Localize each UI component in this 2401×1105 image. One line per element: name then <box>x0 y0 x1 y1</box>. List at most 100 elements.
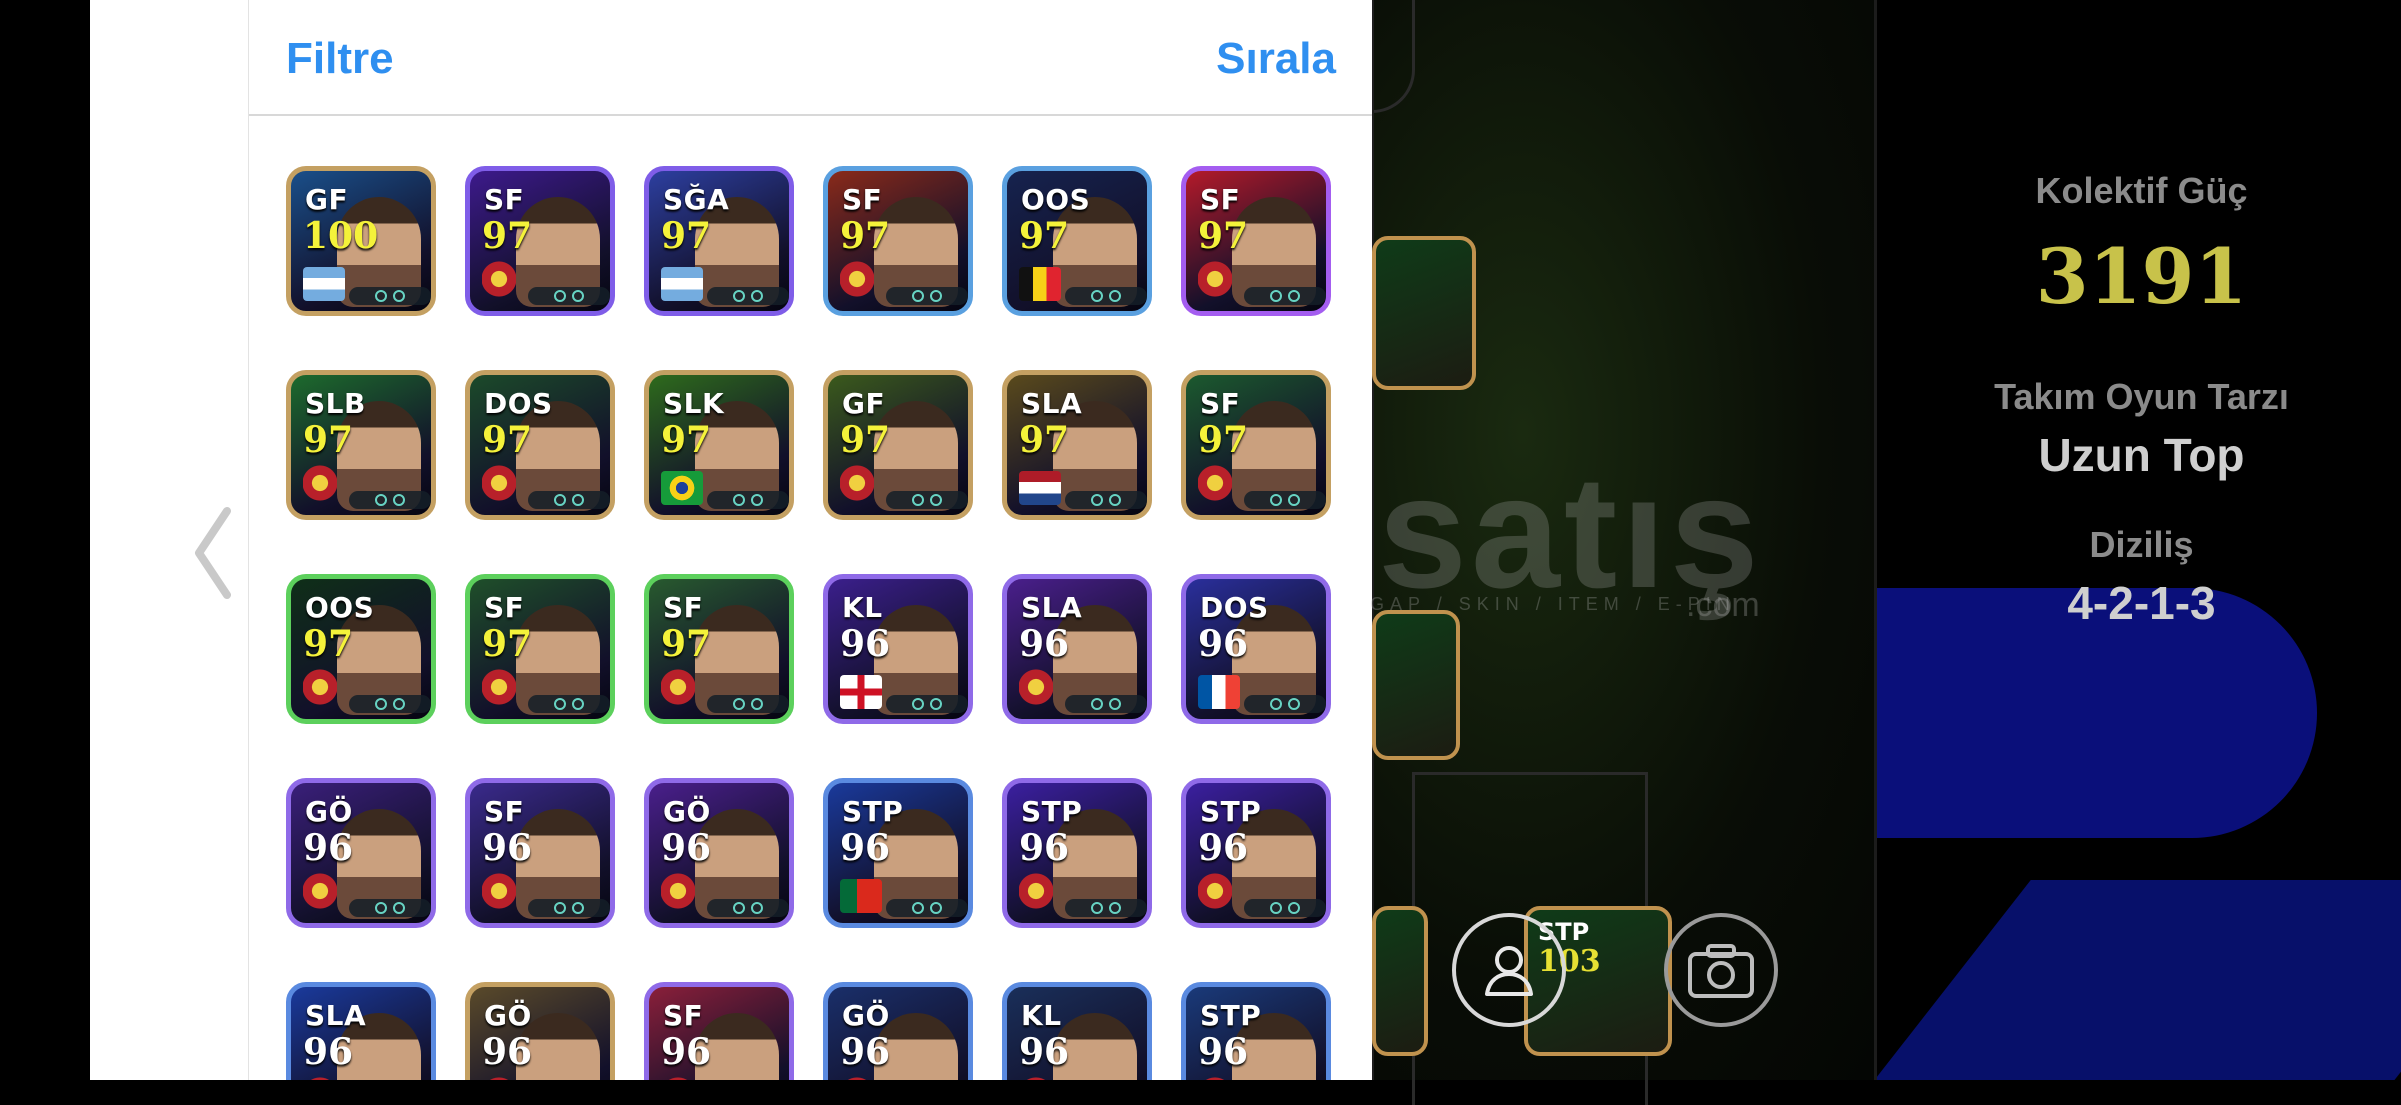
skill-dot-icon <box>930 494 942 506</box>
player-position: KL <box>1021 999 1062 1032</box>
filter-button[interactable]: Filtre <box>286 34 394 84</box>
player-card[interactable]: STP 96 <box>1181 778 1331 928</box>
player-card[interactable]: OOS 97 <box>1002 166 1152 316</box>
field-player-card[interactable] <box>1372 906 1428 1056</box>
player-card[interactable]: KL 96 <box>823 574 973 724</box>
skill-indicator <box>886 695 968 713</box>
skill-indicator <box>349 287 431 305</box>
skill-dot-icon <box>393 290 405 302</box>
back-button[interactable] <box>188 498 238 608</box>
player-rating: 97 <box>482 623 533 665</box>
field-line <box>1372 0 1415 113</box>
player-card[interactable]: SLA 96 <box>286 982 436 1080</box>
player-card[interactable]: SF 97 <box>1181 166 1331 316</box>
profile-button[interactable] <box>1452 913 1566 1027</box>
player-rating: 96 <box>1019 1031 1070 1073</box>
club-crest-icon <box>482 669 516 709</box>
player-card[interactable]: STP 96 <box>1002 778 1152 928</box>
camera-button[interactable] <box>1664 913 1778 1027</box>
skill-indicator <box>1244 491 1326 509</box>
player-position: SF <box>1200 183 1241 216</box>
player-position: SĞA <box>663 183 730 216</box>
team-playstyle-label: Takım Oyun Tarzı <box>1994 376 2289 417</box>
player-card[interactable]: GF 100 <box>286 166 436 316</box>
club-crest-icon <box>840 465 874 505</box>
skill-indicator <box>1065 491 1147 509</box>
player-card[interactable]: STP 96 <box>823 778 973 928</box>
skill-dot-icon <box>1270 290 1282 302</box>
club-crest-icon <box>482 873 516 913</box>
player-card[interactable]: SF 96 <box>465 778 615 928</box>
player-card[interactable]: OOS 97 <box>286 574 436 724</box>
club-crest-icon <box>303 873 337 913</box>
skill-dot-icon <box>1091 290 1103 302</box>
player-card[interactable]: SF 97 <box>823 166 973 316</box>
skill-dot-icon <box>930 290 942 302</box>
player-card[interactable]: GF 97 <box>823 370 973 520</box>
skill-dot-icon <box>572 698 584 710</box>
player-card[interactable]: SLB 97 <box>286 370 436 520</box>
skill-dot-icon <box>393 902 405 914</box>
skill-dot-icon <box>554 494 566 506</box>
player-position: OOS <box>305 591 375 624</box>
player-card[interactable]: SLK 97 <box>644 370 794 520</box>
player-card[interactable]: SF 97 <box>465 166 615 316</box>
watermark-subtitle: GAP / SKIN / ITEM / E-PIN <box>1370 594 1736 614</box>
player-card[interactable]: SF 96 <box>644 982 794 1080</box>
skill-indicator <box>886 899 968 917</box>
player-card[interactable]: KL 96 <box>1002 982 1152 1080</box>
skill-indicator <box>707 287 789 305</box>
player-rating: 96 <box>1198 1031 1249 1073</box>
player-position: GF <box>842 387 886 420</box>
player-position: DOS <box>484 387 553 420</box>
player-rating: 96 <box>840 623 891 665</box>
player-card[interactable]: STP 96 <box>1181 982 1331 1080</box>
player-rating: 97 <box>482 215 533 257</box>
player-rating: 96 <box>840 827 891 869</box>
player-card[interactable]: GÖ 96 <box>823 982 973 1080</box>
player-card[interactable]: SF 97 <box>465 574 615 724</box>
team-power-value: 3191 <box>2035 232 2248 321</box>
skill-dot-icon <box>930 902 942 914</box>
skill-dot-icon <box>733 698 745 710</box>
player-rating: 97 <box>1019 215 1070 257</box>
player-card[interactable]: SLA 96 <box>1002 574 1152 724</box>
player-card[interactable]: SLA 97 <box>1002 370 1152 520</box>
field-player-card[interactable] <box>1372 236 1476 390</box>
skill-dot-icon <box>1091 494 1103 506</box>
player-rating: 97 <box>840 215 891 257</box>
skill-indicator <box>528 287 610 305</box>
team-playstyle-block: Takım Oyun Tarzı Uzun Top <box>1914 376 2369 482</box>
player-position: SLA <box>1021 387 1083 420</box>
player-card[interactable]: DOS 96 <box>1181 574 1331 724</box>
player-card[interactable]: GÖ 96 <box>465 982 615 1080</box>
camera-icon <box>1688 944 1754 998</box>
skill-dot-icon <box>733 494 745 506</box>
player-rating: 97 <box>303 623 354 665</box>
sort-button[interactable]: Sırala <box>1216 34 1336 84</box>
skill-dot-icon <box>393 494 405 506</box>
team-playstyle-value: Uzun Top <box>2038 429 2245 481</box>
flag-argentina-icon <box>303 267 345 301</box>
player-rating: 96 <box>1019 827 1070 869</box>
skill-indicator <box>1065 287 1147 305</box>
player-rating: 96 <box>1198 623 1249 665</box>
player-rating: 97 <box>661 215 712 257</box>
skill-dot-icon <box>375 290 387 302</box>
field-player-card[interactable] <box>1372 610 1460 760</box>
player-card[interactable]: SF 97 <box>644 574 794 724</box>
club-crest-icon <box>303 465 337 505</box>
player-position: SF <box>663 999 704 1032</box>
skill-indicator <box>886 287 968 305</box>
player-card[interactable]: SĞA 97 <box>644 166 794 316</box>
skill-dot-icon <box>375 698 387 710</box>
player-card[interactable]: DOS 97 <box>465 370 615 520</box>
flag-portugal-icon <box>840 879 882 913</box>
player-card[interactable]: SF 97 <box>1181 370 1331 520</box>
skill-indicator <box>528 695 610 713</box>
player-rating: 96 <box>840 1031 891 1073</box>
player-rating: 96 <box>661 827 712 869</box>
player-card[interactable]: GÖ 96 <box>286 778 436 928</box>
player-card[interactable]: GÖ 96 <box>644 778 794 928</box>
flag-france-icon <box>1198 675 1240 709</box>
